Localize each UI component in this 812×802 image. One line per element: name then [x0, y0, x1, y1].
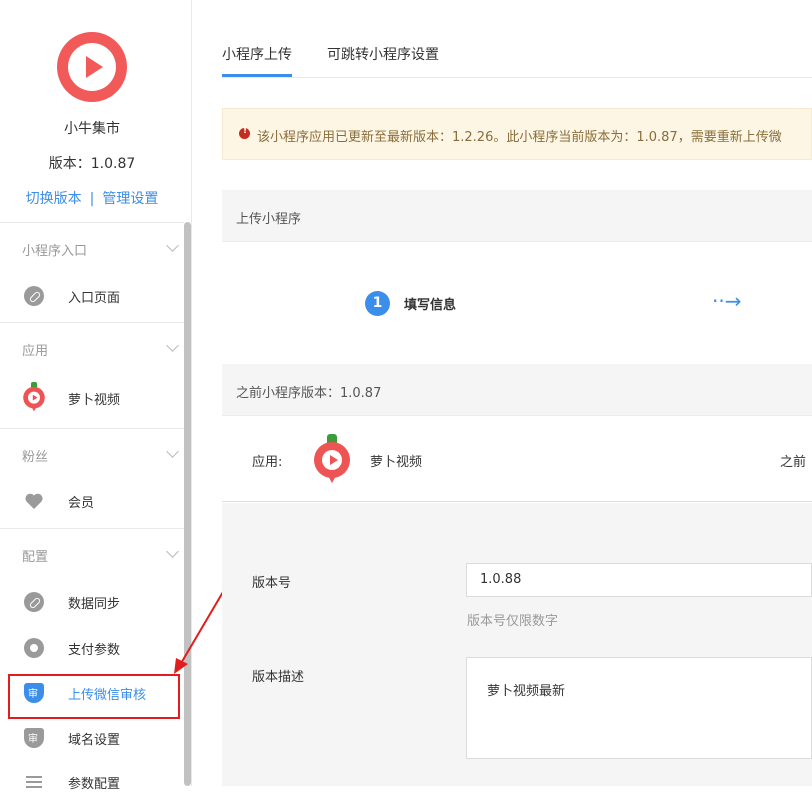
description-value: 萝卜视频最新 — [487, 684, 566, 699]
upload-form: 版本号 1.0.88 版本号仅限数字 版本描述 萝卜视频最新 — [222, 503, 812, 786]
sidebar-item-label: 域名设置 — [68, 733, 121, 748]
section-title: 配置 — [22, 550, 49, 565]
heart-icon — [24, 491, 44, 511]
sidebar-item-radish-video[interactable]: 萝卜视频 — [0, 378, 184, 418]
section-apps[interactable]: 应用 — [0, 322, 184, 372]
section-fans[interactable]: 粉丝 — [0, 428, 184, 478]
app-name: 小牛集市 — [64, 121, 120, 137]
description-label: 版本描述 — [252, 670, 305, 685]
app-logo-play-icon — [57, 32, 127, 102]
sidebar-item-payment-params[interactable]: 支付参数 — [0, 628, 184, 668]
alert-text: 该小程序应用已更新至最新版本：1.2.26。此小程序当前版本为：1.0.87，需… — [257, 130, 782, 145]
section-mini-program-entry[interactable]: 小程序入口 — [0, 222, 184, 272]
version-hint: 版本号仅限数字 — [467, 614, 559, 629]
panel-title: 之前小程序版本：1.0.87 — [236, 386, 382, 401]
radish-video-icon — [22, 382, 46, 412]
app-label: 应用: — [252, 455, 283, 470]
panel-title: 上传小程序 — [236, 212, 302, 227]
tab-jump-settings[interactable]: 可跳转小程序设置 — [327, 44, 439, 64]
link-icon — [24, 592, 44, 612]
update-alert: 该小程序应用已更新至最新版本：1.2.26。此小程序当前版本为：1.0.87，需… — [222, 108, 812, 160]
main-content: 小程序上传 可跳转小程序设置 该小程序应用已更新至最新版本：1.2.26。此小程… — [192, 0, 812, 786]
radish-video-icon — [312, 434, 352, 484]
version-input[interactable]: 1.0.88 — [466, 563, 812, 597]
previous-version-header: 之前小程序版本：1.0.87 — [222, 364, 812, 416]
section-title: 应用 — [22, 344, 49, 359]
sidebar-item-entry-page[interactable]: 入口页面 — [0, 276, 184, 316]
app-version: 版本：1.0.87 — [48, 156, 136, 172]
link-icon — [24, 286, 44, 306]
sidebar-scrollbar[interactable] — [184, 222, 191, 786]
active-tab-indicator — [222, 74, 292, 77]
sidebar-item-data-sync[interactable]: 数据同步 — [0, 582, 184, 622]
sidebar-item-label: 入口页面 — [68, 291, 121, 306]
previous-app-row: 应用: 萝卜视频 之前 — [222, 416, 812, 502]
section-title: 小程序入口 — [22, 244, 88, 259]
upload-panel-header: 上传小程序 — [222, 190, 812, 242]
version-input-value: 1.0.88 — [480, 572, 522, 587]
gear-icon — [24, 638, 44, 658]
sidebar-item-label: 萝卜视频 — [68, 393, 121, 408]
description-textarea[interactable]: 萝卜视频最新 — [466, 657, 812, 759]
step-number-badge: 1 — [365, 291, 390, 316]
sidebar-item-param-config[interactable]: 参数配置 — [0, 762, 184, 802]
sidebar-item-label: 支付参数 — [68, 643, 121, 658]
chevron-down-icon — [166, 339, 179, 352]
app-name: 萝卜视频 — [370, 455, 423, 470]
switch-version-link[interactable]: 切换版本 — [26, 191, 82, 207]
shield-icon — [24, 728, 44, 748]
app-links: 切换版本 | 管理设置 — [0, 188, 184, 208]
chevron-down-icon — [166, 445, 179, 458]
sidebar-item-members[interactable]: 会员 — [0, 481, 184, 521]
previous-right-label: 之前 — [780, 455, 807, 470]
upload-steps: 1 填写信息 ··→ — [222, 243, 812, 363]
chevron-down-icon — [166, 239, 179, 252]
version-label: 版本号 — [252, 576, 292, 591]
annotation-highlight-box — [8, 674, 180, 719]
sidebar-item-domain-settings[interactable]: 域名设置 — [0, 718, 184, 758]
error-icon — [239, 126, 250, 139]
sidebar-item-label: 数据同步 — [68, 597, 121, 612]
tab-upload[interactable]: 小程序上传 — [222, 44, 292, 64]
manage-settings-link[interactable]: 管理设置 — [102, 191, 158, 207]
section-config[interactable]: 配置 — [0, 528, 184, 578]
tab-bar: 小程序上传 可跳转小程序设置 — [222, 0, 812, 78]
step-arrow-icon: ··→ — [712, 289, 742, 313]
step-label: 填写信息 — [404, 298, 457, 313]
list-icon — [24, 772, 44, 792]
sidebar-item-label: 参数配置 — [68, 777, 121, 792]
sidebar-item-label: 会员 — [68, 496, 95, 511]
section-title: 粉丝 — [22, 450, 49, 465]
links-separator: | — [89, 191, 95, 207]
